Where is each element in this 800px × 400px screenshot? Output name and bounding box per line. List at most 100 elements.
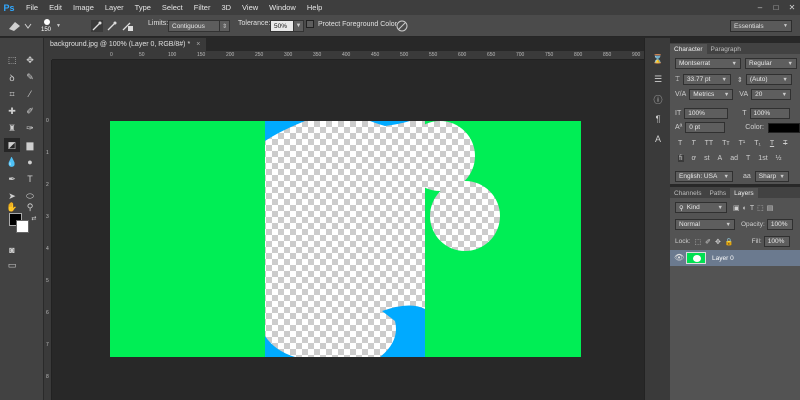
screen-mode-icon[interactable]: ▭ (4, 258, 20, 272)
move-tool-icon[interactable]: ✥ (22, 53, 38, 67)
faux-italic-icon[interactable]: T (691, 140, 695, 147)
eraser-preset-icon (9, 22, 32, 31)
gradient-tool-icon[interactable]: ▆ (22, 138, 38, 152)
tolerance-field[interactable]: 50% ▼ (270, 20, 304, 32)
hand-tool-icon[interactable]: ✋ (4, 200, 20, 214)
maximize-button[interactable]: □ (768, 0, 784, 15)
font-style-select[interactable]: Regular ▼ (745, 58, 797, 69)
vertical-scale-input[interactable]: 100% (684, 108, 729, 119)
subscript-icon[interactable]: T₁ (754, 140, 761, 147)
opacity-input[interactable]: 100% (766, 219, 793, 230)
paragraph-panel-icon[interactable]: ¶ (650, 112, 666, 126)
eyedropper-tool-icon[interactable]: ⁄ (22, 87, 38, 101)
fill-input[interactable]: 100% (763, 236, 790, 247)
tab-character[interactable]: Character (670, 44, 707, 54)
dodge-tool-icon[interactable]: ● (22, 155, 38, 169)
quick-mask-icon[interactable]: ◙ (4, 243, 20, 257)
tab-paths[interactable]: Paths (705, 188, 730, 198)
history-panel-icon[interactable]: ⌛ (650, 52, 666, 66)
crop-tool-icon[interactable]: ⌗ (4, 87, 20, 101)
blur-tool-icon[interactable]: 💧 (4, 155, 20, 169)
workspace-switcher[interactable]: Essentials ▼ (730, 20, 792, 32)
type-tool-icon[interactable]: T (22, 172, 38, 186)
leading-field[interactable]: (Auto) ▼ (745, 74, 792, 85)
checkbox-box[interactable] (306, 20, 314, 28)
ordinals-icon[interactable]: 1st (758, 155, 767, 162)
menu-filter[interactable]: Filter (194, 3, 211, 12)
tool-preset-picker[interactable] (6, 19, 32, 33)
info-panel-icon[interactable]: ⓘ (650, 92, 666, 106)
sampling-once-icon[interactable] (107, 21, 117, 31)
baseline-shift-input[interactable]: 0 pt (685, 122, 726, 133)
underline-icon[interactable]: T (770, 140, 774, 147)
ligatures-icon[interactable]: fi (678, 155, 684, 162)
stylistic-alternates-icon[interactable]: ad (730, 155, 738, 162)
healing-brush-tool-icon[interactable]: ✚ (4, 104, 20, 118)
menu-window[interactable]: Window (269, 3, 296, 12)
superscript-icon[interactable]: T¹ (739, 140, 746, 147)
sampling-swatch-icon[interactable] (122, 22, 133, 31)
text-color-swatch[interactable] (767, 122, 800, 133)
kerning-field[interactable]: Metrics ▼ (689, 89, 734, 100)
layer-filter-select[interactable]: ⚲ Kind ▼ (675, 202, 727, 213)
strikethrough-icon[interactable]: T (783, 140, 787, 147)
quick-selection-tool-icon[interactable]: ✎ (22, 70, 38, 84)
lock-options-icons[interactable]: ⬚✐✥🔒 (695, 238, 738, 246)
document-canvas[interactable] (110, 121, 581, 357)
close-document-icon[interactable]: × (196, 41, 200, 48)
pressure-size-button[interactable] (396, 19, 408, 33)
old-style-icon[interactable]: ơ (692, 155, 697, 162)
menu-view[interactable]: View (242, 3, 258, 12)
blend-mode-select[interactable]: Normal ▼ (675, 219, 735, 230)
menu-file[interactable]: File (26, 3, 38, 12)
background-eraser-tool-icon[interactable]: ◩ (4, 138, 20, 152)
antialias-select[interactable]: Sharp ▼ (754, 171, 789, 182)
close-window-button[interactable]: ✕ (784, 0, 800, 15)
font-size-field[interactable]: 33.77 pt ▼ (682, 74, 731, 85)
tab-paragraph[interactable]: Paragraph (707, 44, 745, 54)
titling-alternates-icon[interactable]: T (746, 155, 750, 162)
menu-help[interactable]: Help (307, 3, 322, 12)
menu-edit[interactable]: Edit (49, 3, 62, 12)
tracking-field[interactable]: 20 ▼ (751, 89, 792, 100)
rectangular-marquee-tool-icon[interactable]: ⬚ (4, 53, 20, 67)
menu-type[interactable]: Type (135, 3, 151, 12)
horizontal-scale-input[interactable]: 100% (749, 108, 790, 119)
brush-tool-icon[interactable]: ✐ (22, 104, 38, 118)
visibility-eye-icon[interactable]: 👁 (674, 253, 684, 262)
lasso-tool-icon[interactable]: ꝺ (4, 70, 20, 84)
menu-layer[interactable]: Layer (105, 3, 124, 12)
swap-colors-icon[interactable]: ⇄ (26, 211, 42, 225)
swash-icon[interactable]: A (718, 155, 723, 162)
discretionary-ligatures-icon[interactable]: st (704, 155, 709, 162)
menu-select[interactable]: Select (162, 3, 183, 12)
faux-bold-icon[interactable]: T (678, 140, 682, 147)
minimize-button[interactable]: – (752, 0, 768, 15)
menu-image[interactable]: Image (73, 3, 94, 12)
tab-channels[interactable]: Channels (670, 188, 705, 198)
chevron-down-icon[interactable]: ▼ (294, 20, 304, 32)
language-select[interactable]: English: USA ▼ (675, 171, 733, 182)
tools-panel: ⬚ ✥ ꝺ ✎ ⌗ ⁄ ✚ ✐ ♜ ✑ ◩ ▆ 💧 ● ✒ T ➤ ⬭ ✋ ⚲ … (0, 38, 44, 400)
properties-panel-icon[interactable]: ☰ (650, 72, 666, 86)
tolerance-input[interactable]: 50% (270, 20, 294, 32)
layer-row-layer-0[interactable]: 👁 Layer 0 (670, 250, 800, 266)
history-brush-tool-icon[interactable]: ✑ (22, 121, 38, 135)
all-caps-icon[interactable]: TT (705, 140, 714, 147)
sampling-continuous-icon[interactable] (91, 20, 103, 32)
document-tab[interactable]: background.jpg @ 100% (Layer 0, RGB/8#) … (44, 38, 207, 51)
font-family-select[interactable]: Montserrat ▼ (675, 58, 741, 69)
ruler-origin[interactable] (44, 51, 52, 60)
protect-foreground-checkbox[interactable]: Protect Foreground Color (306, 20, 397, 28)
menu-3d[interactable]: 3D (221, 3, 231, 12)
clone-stamp-tool-icon[interactable]: ♜ (4, 121, 20, 135)
layer-filter-icons[interactable]: ▣◐T⬚▤ (733, 204, 776, 212)
chevron-down-icon: ▼ (721, 76, 727, 83)
character-panel-icon[interactable]: A (650, 132, 666, 146)
brush-size-picker[interactable]: 150 ▼ (40, 18, 61, 34)
limits-select[interactable]: Contiguous ⇕ (168, 20, 230, 32)
pen-tool-icon[interactable]: ✒ (4, 172, 20, 186)
fractions-icon[interactable]: ½ (776, 155, 782, 162)
small-caps-icon[interactable]: Tт (722, 140, 729, 147)
tab-layers[interactable]: Layers (730, 188, 758, 198)
